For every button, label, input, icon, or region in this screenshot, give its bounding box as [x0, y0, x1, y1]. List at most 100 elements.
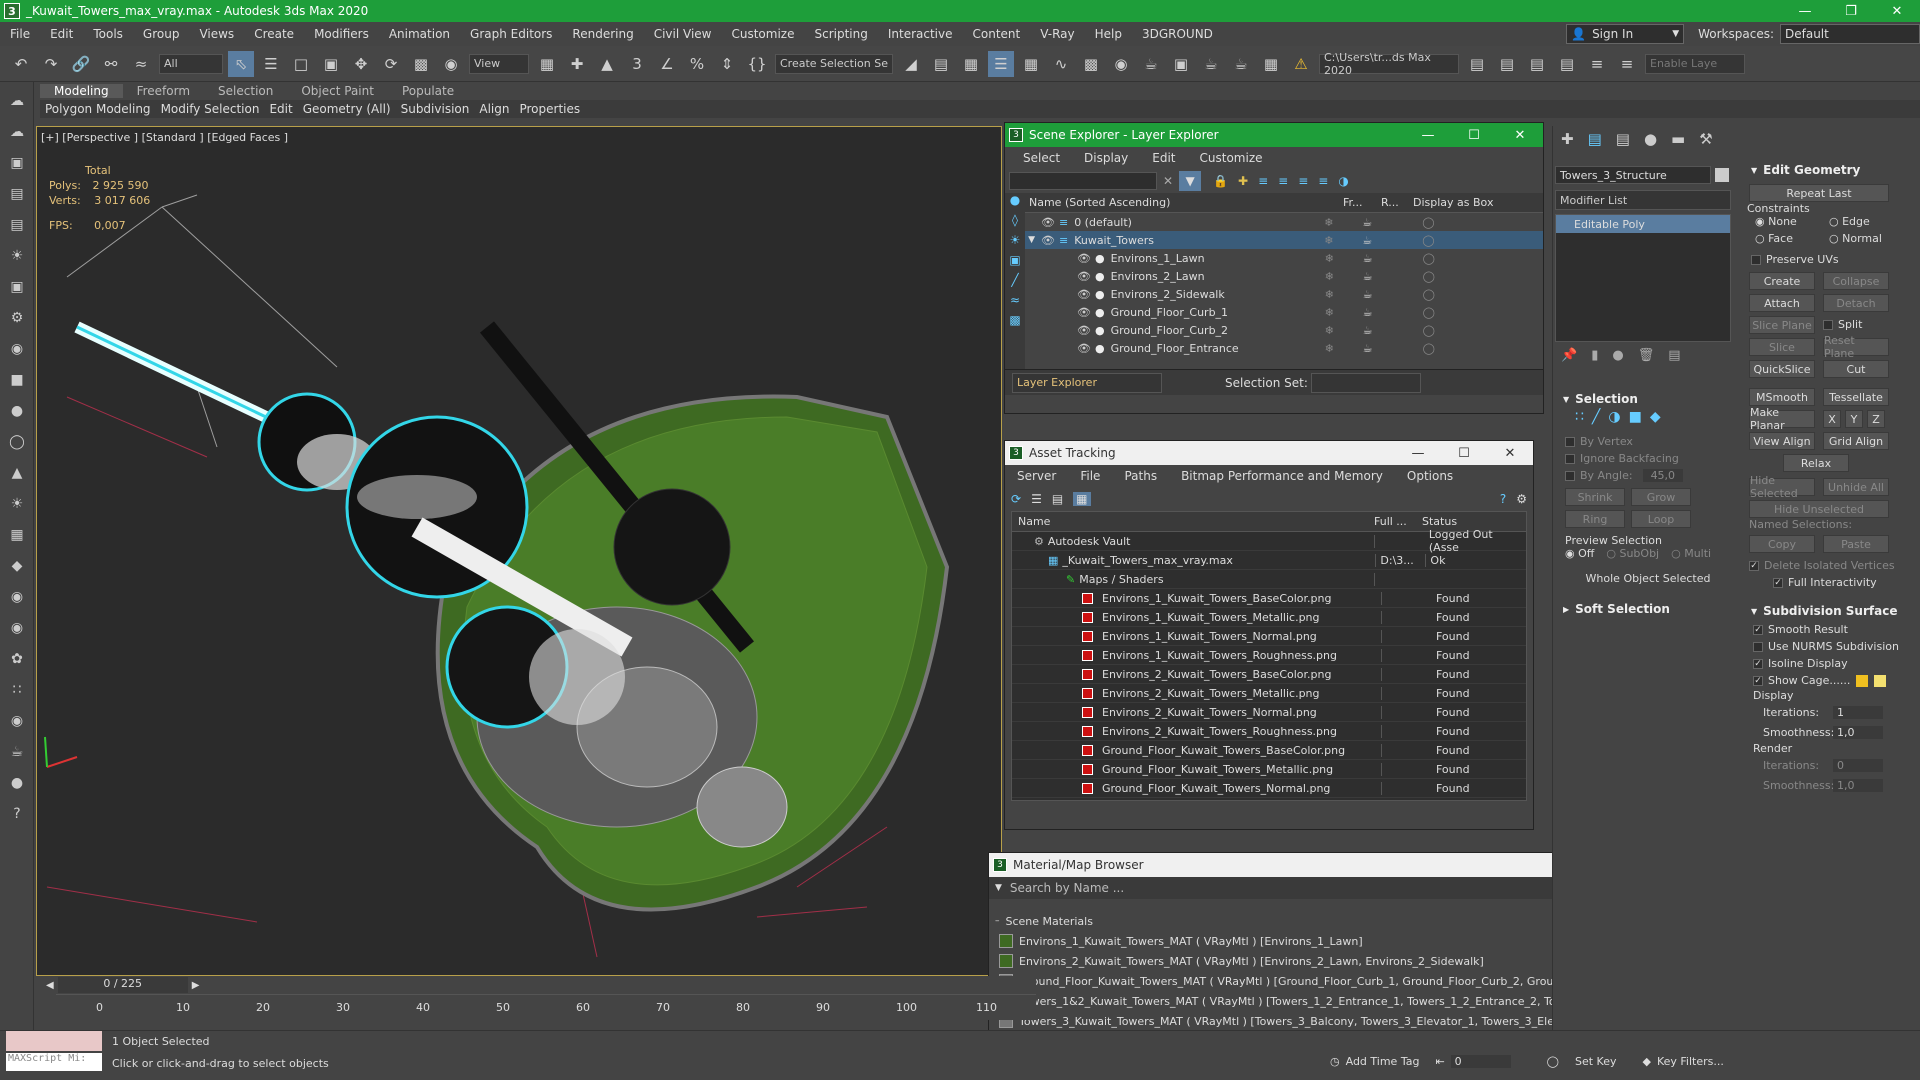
- detach-button[interactable]: Detach: [1823, 294, 1889, 312]
- minimize-button[interactable]: —: [1782, 4, 1828, 19]
- maxscript-listener[interactable]: [6, 1031, 102, 1051]
- visibility-eye-icon[interactable]: 👁: [1077, 270, 1091, 283]
- time-tag-icon[interactable]: ◷: [1330, 1055, 1340, 1068]
- display-iterations-spinner[interactable]: 1: [1833, 705, 1883, 719]
- toggle-scene-explorer-icon[interactable]: ▦: [958, 51, 984, 77]
- asset-row[interactable]: Environs_2_Kuwait_Towers_Roughness.png Fo…: [1012, 722, 1526, 741]
- layer-icon[interactable]: ▤: [5, 182, 29, 206]
- lock-icon[interactable]: 🔒: [1213, 174, 1228, 188]
- cage-color-swatch-1[interactable]: [1856, 674, 1869, 687]
- pivot-icon[interactable]: ▦: [534, 51, 560, 77]
- hide-selected-button[interactable]: Hide Selected: [1749, 474, 1815, 500]
- freeze-icon[interactable]: ❄: [1324, 234, 1362, 247]
- layer-row[interactable]: 👁 ≡ 0 (default) ❄ ☕ ◯: [1025, 213, 1543, 231]
- minimize-button[interactable]: —: [1405, 128, 1451, 143]
- menu-animation[interactable]: Animation: [379, 27, 460, 41]
- asset-menu-server[interactable]: Server: [1005, 469, 1068, 483]
- project-path-dropdown[interactable]: C:\Users\tr...ds Max 2020: [1319, 51, 1459, 77]
- collapse-all-icon[interactable]: ≡: [1318, 174, 1328, 188]
- viewport-nav-icon[interactable]: ☁: [5, 89, 29, 113]
- layer-row[interactable]: 👁 ● Environs_2_Lawn ❄ ☕ ◯: [1025, 267, 1543, 285]
- restore-button[interactable]: ☐: [1441, 446, 1487, 461]
- column-frozen[interactable]: Fr...: [1343, 196, 1381, 209]
- render-teapot-icon[interactable]: ☕: [1363, 270, 1423, 283]
- edit-named-selection-icon[interactable]: {}: [744, 51, 770, 77]
- hair-icon[interactable]: ◉: [5, 616, 29, 640]
- layer-icon[interactable]: ▤: [1494, 51, 1520, 77]
- repeat-last-button[interactable]: Repeat Last: [1749, 184, 1889, 202]
- preserve-uvs-checkbox[interactable]: Preserve UVs: [1743, 251, 1903, 268]
- placement-icon[interactable]: ◉: [438, 51, 464, 77]
- box-icon[interactable]: ■: [5, 368, 29, 392]
- show-end-result-icon[interactable]: ▮: [1591, 348, 1598, 363]
- planar-z-button[interactable]: Z: [1867, 410, 1885, 428]
- viewport-label[interactable]: [+] [Perspective ] [Standard ] [Edged Fa…: [41, 131, 288, 144]
- full-interactivity-checkbox[interactable]: ✓ Full Interactivity: [1743, 574, 1903, 591]
- constraint-normal-radio[interactable]: ○ Normal: [1829, 232, 1903, 245]
- asset-row[interactable]: Ground_Floor_Kuwait_Towers_Normal.png Fou…: [1012, 779, 1526, 798]
- menu-civil-view[interactable]: Civil View: [644, 27, 722, 41]
- column-display-as-box[interactable]: Display as Box: [1413, 196, 1493, 209]
- display-box-icon[interactable]: ◯: [1423, 306, 1435, 319]
- ribbon-panel-geometry-all-[interactable]: Geometry (All): [298, 102, 396, 116]
- teapot-icon[interactable]: ☕: [5, 740, 29, 764]
- asset-row[interactable]: Environs_2_Kuwait_Towers_Normal.png Found: [1012, 703, 1526, 722]
- menu-group[interactable]: Group: [133, 27, 190, 41]
- asset-row[interactable]: Ground_Floor_Kuwait_Towers_BaseColor.png…: [1012, 741, 1526, 760]
- track-bar[interactable]: 0 10 20 30 40 50 60 70 80 90 100 110: [56, 994, 1036, 1018]
- display-cameras-icon[interactable]: ▣: [1005, 253, 1025, 273]
- show-cage-checkbox[interactable]: ✓ Show Cage......: [1753, 672, 1903, 689]
- quickslice-button[interactable]: QuickSlice: [1749, 360, 1815, 378]
- use-nurms-checkbox[interactable]: Use NURMS Subdivision: [1753, 638, 1903, 655]
- render-teapot-icon[interactable]: ☕: [1363, 252, 1423, 265]
- make-planar-button[interactable]: Make Planar: [1749, 406, 1815, 432]
- schematic-view-icon[interactable]: ▩: [1078, 51, 1104, 77]
- stack-item-editable-poly[interactable]: Editable Poly: [1556, 215, 1730, 233]
- add-to-layer-icon[interactable]: ≡: [1258, 174, 1268, 188]
- rotate-icon[interactable]: ⟳: [378, 51, 404, 77]
- select-by-name-icon[interactable]: ☰: [258, 51, 284, 77]
- border-level-icon[interactable]: ◑: [1608, 409, 1620, 425]
- asset-menu-options[interactable]: Options: [1395, 469, 1465, 483]
- window-crossing-icon[interactable]: ▣: [318, 51, 344, 77]
- render-teapot-icon[interactable]: ☕: [1363, 342, 1423, 355]
- camera-icon[interactable]: ▣: [5, 275, 29, 299]
- cloth-icon[interactable]: ◉: [5, 585, 29, 609]
- display-tab-icon[interactable]: ▬: [1671, 130, 1685, 148]
- reset-plane-button[interactable]: Reset Plane: [1823, 334, 1889, 360]
- layer-row[interactable]: 👁 ● Ground_Floor_Entrance ❄ ☕ ◯: [1025, 339, 1543, 357]
- asset-row[interactable]: Environs_2_Kuwait_Towers_BaseColor.png Fo…: [1012, 665, 1526, 684]
- create-button[interactable]: Create: [1749, 272, 1815, 290]
- maxscript-input[interactable]: MAXScript Mi:: [6, 1053, 102, 1071]
- planar-y-button[interactable]: Y: [1845, 410, 1863, 428]
- display-box-icon[interactable]: ◯: [1422, 216, 1434, 229]
- menu-help[interactable]: Help: [1085, 27, 1132, 41]
- layer-select-icon[interactable]: ▤: [1554, 51, 1580, 77]
- asset-row[interactable]: Environs_1_Kuwait_Towers_Metallic.png Fou…: [1012, 608, 1526, 627]
- layer-row[interactable]: 👁 ● Ground_Floor_Curb_2 ❄ ☕ ◯: [1025, 321, 1543, 339]
- sphere-gizmo-icon[interactable]: ◉: [5, 709, 29, 733]
- current-frame-field[interactable]: 0: [1450, 1055, 1511, 1068]
- constraint-edge-radio[interactable]: ○ Edge: [1829, 215, 1903, 228]
- unhide-all-button[interactable]: Unhide All: [1823, 478, 1889, 496]
- slice-button[interactable]: Slice: [1749, 338, 1815, 356]
- display-geometry-icon[interactable]: ◊: [1005, 213, 1025, 233]
- scene-search-input[interactable]: [1009, 172, 1157, 190]
- menu-views[interactable]: Views: [189, 27, 244, 41]
- column-name[interactable]: Name (Sorted Ascending): [1025, 196, 1343, 209]
- ribbon-panel-align[interactable]: Align: [474, 102, 514, 116]
- render-teapot-icon[interactable]: ☕: [1362, 216, 1422, 229]
- asset-menu-file[interactable]: File: [1068, 469, 1112, 483]
- refresh-icon[interactable]: ⟳: [1011, 492, 1021, 506]
- asset-row[interactable]: Environs_1_Kuwait_Towers_BaseColor.png Fo…: [1012, 589, 1526, 608]
- object-color-swatch[interactable]: [1715, 168, 1729, 182]
- torus-icon[interactable]: ◯: [5, 430, 29, 454]
- asset-row[interactable]: Environs_1_Kuwait_Towers_Normal.png Found: [1012, 627, 1526, 646]
- explorer-menu-customize[interactable]: Customize: [1188, 151, 1275, 165]
- menu-rendering[interactable]: Rendering: [562, 27, 643, 41]
- visibility-eye-icon[interactable]: 👁: [1077, 342, 1091, 355]
- render-teapot-icon[interactable]: ☕: [1363, 306, 1423, 319]
- redo-icon[interactable]: ↷: [38, 51, 64, 77]
- hierarchy-tab-icon[interactable]: ▤: [1616, 130, 1630, 148]
- selection-rollout-header[interactable]: ▼ Selection: [1555, 389, 1731, 409]
